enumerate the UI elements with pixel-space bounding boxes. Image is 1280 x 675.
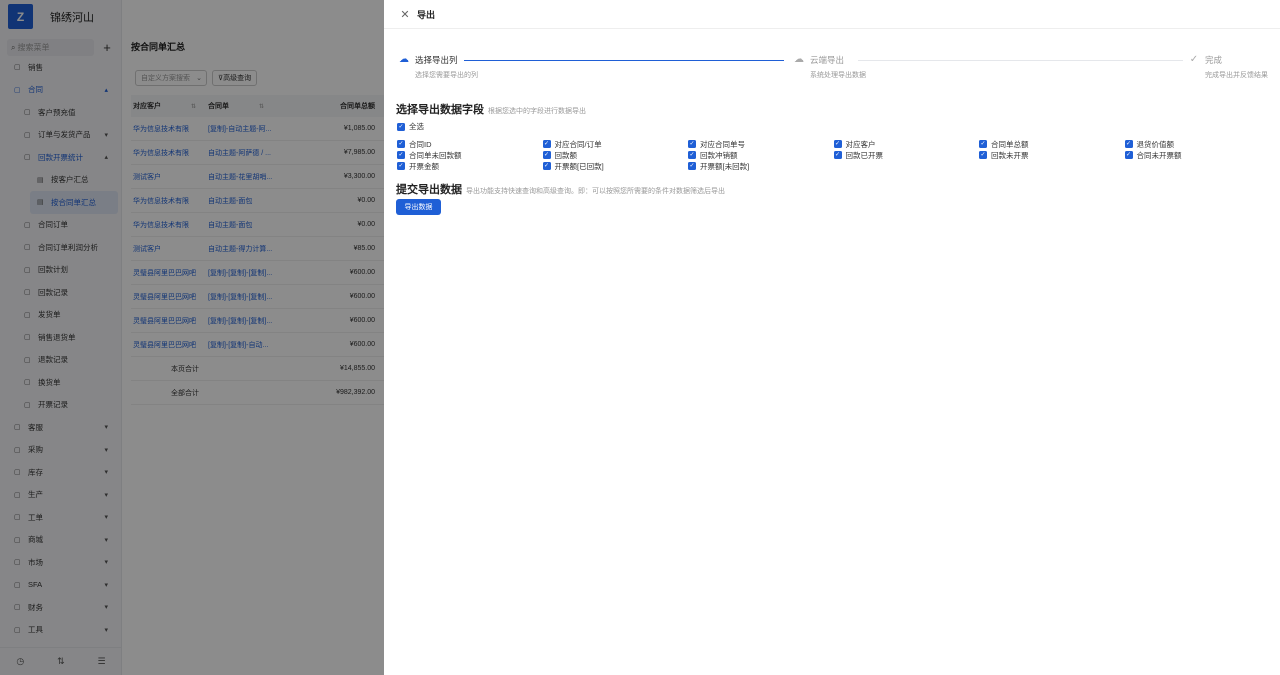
section-title: 选择导出数据字段 [396, 104, 484, 116]
step-cloud-export: ☁ 云端导出 系统处理导出数据 [793, 54, 866, 80]
step-desc: 选择您需要导出的列 [415, 72, 478, 79]
field-label: 合同ID [409, 139, 432, 149]
field-label: 开票额[未回款] [700, 161, 750, 171]
step-title: 选择导出列 [415, 55, 458, 65]
field-checkbox[interactable]: ✓ 开票额[已回款] [542, 161, 689, 171]
field-label: 合同未开票额 [1136, 150, 1182, 160]
select-all-label: 全选 [409, 122, 424, 131]
checkbox-checked-icon[interactable]: ✓ [688, 140, 696, 148]
drawer-header: ✕ 导出 [384, 0, 1280, 29]
cloud-upload-icon: ☁ [399, 54, 409, 65]
field-checkbox[interactable]: ✓ 合同单总额 [979, 139, 1125, 149]
close-icon[interactable]: ✕ [399, 8, 411, 21]
field-label: 回款额 [554, 150, 578, 160]
checkbox-checked-icon[interactable]: ✓ [979, 151, 987, 159]
export-drawer: ✕ 导出 ☁ 选择导出列 选择您需要导出的列 ☁ 云端导出 系统处理导出数据 ✓… [384, 0, 1280, 675]
field-label: 对应合同/订单 [554, 139, 602, 149]
field-checkbox[interactable]: ✓ 回款已开票 [833, 150, 980, 160]
export-data-button[interactable]: 导出数据 [396, 199, 441, 215]
checkbox-checked-icon[interactable]: ✓ [542, 162, 551, 170]
checkbox-checked-icon[interactable]: ✓ [397, 162, 405, 170]
step-desc: 系统处理导出数据 [810, 72, 866, 79]
check-circle-icon: ✓ [1189, 54, 1199, 65]
field-label: 回款冲销额 [700, 150, 738, 160]
field-label: 对应合同单号 [700, 139, 745, 149]
field-label: 开票金额 [409, 161, 439, 171]
step-select-columns: ☁ 选择导出列 选择您需要导出的列 [398, 54, 478, 80]
checkbox-checked-icon[interactable]: ✓ [542, 140, 551, 148]
section-title: 提交导出数据 [396, 184, 462, 196]
field-label: 合同单未回款额 [409, 150, 462, 160]
checkbox-checked-icon[interactable]: ✓ [397, 151, 405, 159]
field-label: 退货价值额 [1136, 139, 1175, 149]
field-label: 回款未开票 [991, 150, 1029, 160]
select-all-checkbox[interactable]: ✓ 全选 [397, 121, 424, 132]
field-checkbox[interactable]: ✓ 合同单未回款额 [397, 150, 543, 160]
step-finish: ✓ 完成 完成导出并反馈结果 [1188, 54, 1268, 80]
field-checkbox[interactable]: ✓ 对应合同/订单 [542, 139, 689, 149]
checkbox-checked-icon[interactable]: ✓ [542, 151, 551, 159]
checkbox-checked-icon[interactable]: ✓ [688, 162, 696, 170]
field-checkbox[interactable]: ✓ 回款未开票 [979, 150, 1125, 160]
checkbox-checked-icon[interactable]: ✓ [397, 122, 405, 131]
checkbox-checked-icon[interactable]: ✓ [979, 140, 987, 148]
step-connector-done [464, 60, 784, 61]
checkbox-checked-icon[interactable]: ✓ [833, 151, 842, 159]
section-submit-export: 提交导出数据 导出功能支持快速查询和高级查询。即：可以按照您所需要的条件对数据筛… [396, 181, 725, 197]
field-checkbox[interactable]: ✓ 退货价值额 [1124, 139, 1271, 149]
step-title: 云端导出 [810, 55, 845, 65]
field-label: 合同单总额 [991, 139, 1029, 149]
field-checkbox[interactable]: ✓ 对应客户 [833, 139, 980, 149]
field-checkbox[interactable]: ✓ 合同未开票额 [1124, 150, 1271, 160]
step-connector-pending [858, 60, 1183, 61]
checkbox-checked-icon[interactable]: ✓ [688, 151, 696, 159]
checkbox-checked-icon[interactable]: ✓ [833, 140, 842, 148]
drawer-title: 导出 [417, 9, 436, 20]
section-hint: 导出功能支持快速查询和高级查询。即：可以按照您所需要的条件对数据筛选后导出 [466, 188, 725, 195]
field-checkbox-grid: ✓ 合同ID ✓ 对应合同/订单 ✓ 对应合同单号 ✓ 对应客户 ✓ 合同单总额 ✓ 退货价值额 ✓ 合同… [397, 139, 1267, 171]
section-hint: 根据您选中的字段进行数据导出 [488, 108, 586, 115]
step-title: 完成 [1205, 55, 1223, 65]
field-label: 对应客户 [845, 139, 876, 149]
export-steps: ☁ 选择导出列 选择您需要导出的列 ☁ 云端导出 系统处理导出数据 ✓ 完成 完… [398, 54, 1274, 84]
field-label: 开票额[已回款] [554, 161, 604, 171]
field-checkbox[interactable]: ✓ 开票额[未回款] [688, 161, 834, 171]
field-checkbox[interactable]: ✓ 开票金额 [397, 161, 543, 171]
step-desc: 完成导出并反馈结果 [1205, 72, 1268, 79]
field-checkbox[interactable]: ✓ 回款额 [542, 150, 689, 160]
field-label: 回款已开票 [845, 150, 884, 160]
field-checkbox[interactable]: ✓ 回款冲销额 [688, 150, 834, 160]
checkbox-checked-icon[interactable]: ✓ [1124, 140, 1133, 148]
section-select-fields: 选择导出数据字段 根据您选中的字段进行数据导出 [396, 101, 586, 117]
modal-overlay[interactable] [0, 0, 384, 675]
checkbox-checked-icon[interactable]: ✓ [1124, 151, 1133, 159]
cloud-icon: ☁ [794, 54, 804, 65]
checkbox-checked-icon[interactable]: ✓ [397, 140, 405, 148]
field-checkbox[interactable]: ✓ 合同ID [397, 139, 543, 149]
field-checkbox[interactable]: ✓ 对应合同单号 [688, 139, 834, 149]
